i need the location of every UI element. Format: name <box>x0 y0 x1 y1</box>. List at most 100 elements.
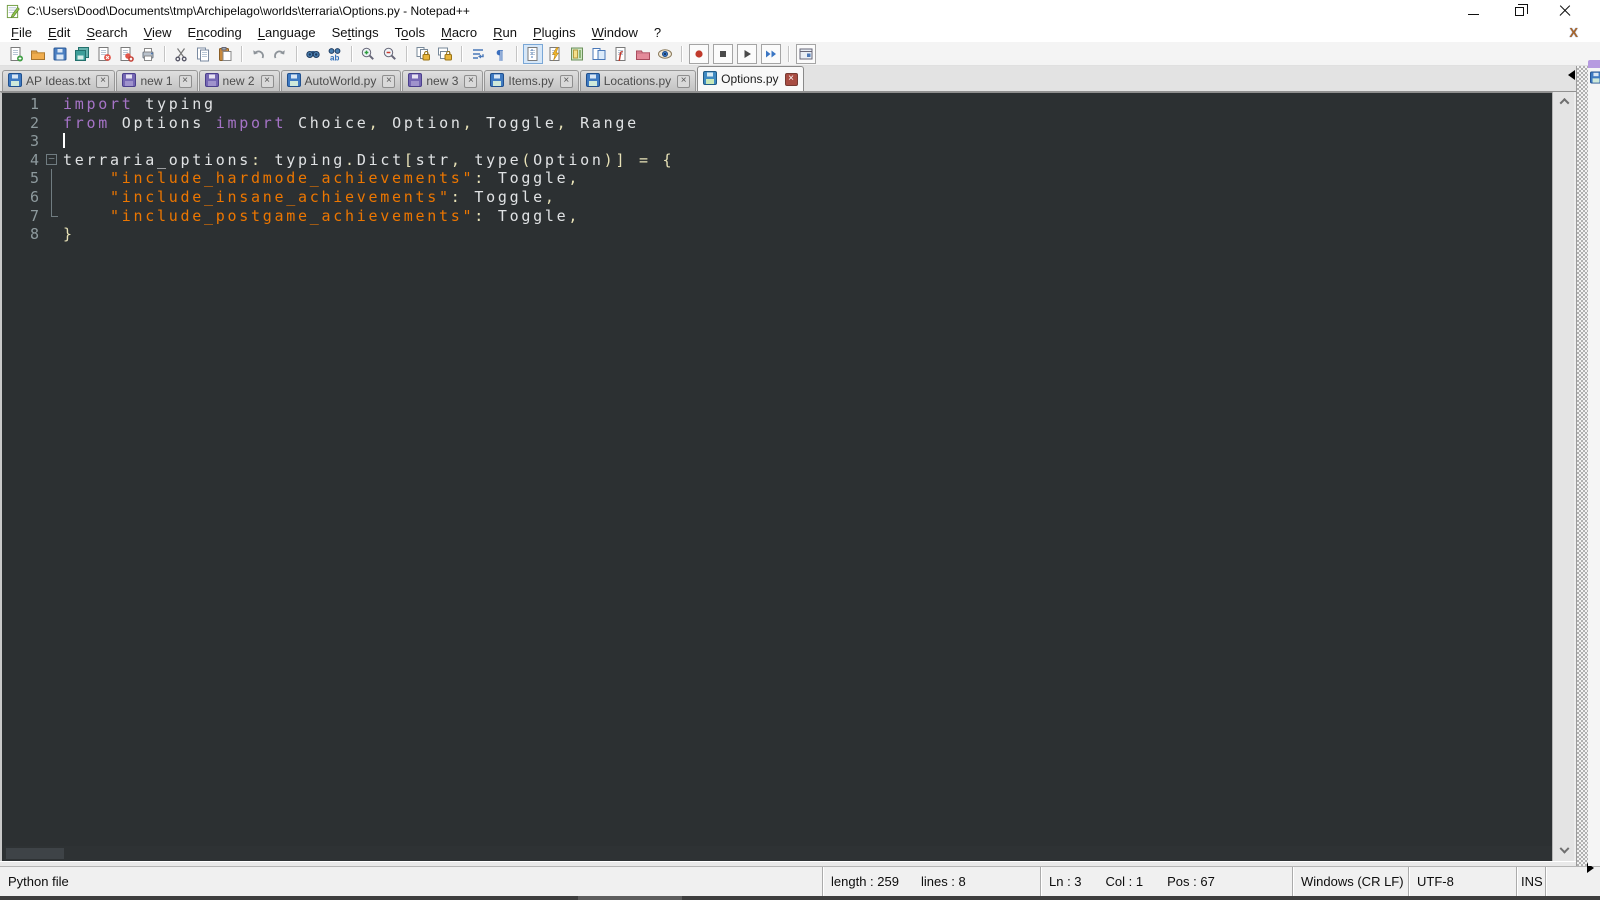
horizontal-scrollbar-thumb[interactable] <box>6 848 64 859</box>
code-token: "include_insane_achievements" <box>110 187 451 206</box>
tab-close-icon[interactable]: × <box>559 74 573 88</box>
menu-item-language[interactable]: Language <box>250 24 324 41</box>
tab-close-icon[interactable]: × <box>382 74 396 88</box>
run-lightning-icon[interactable] <box>546 45 564 63</box>
cut-icon[interactable] <box>172 45 190 63</box>
status-length: length : 259 <box>831 874 899 889</box>
menu-item-search[interactable]: Search <box>78 24 135 41</box>
replace-icon[interactable]: ab <box>326 45 344 63</box>
code-token: Range <box>568 113 639 132</box>
tab-label: new 2 <box>222 74 255 88</box>
function-list-icon[interactable]: f <box>612 45 630 63</box>
redo-icon[interactable] <box>271 45 289 63</box>
copy-icon[interactable] <box>194 45 212 63</box>
macro-multi-icon[interactable] <box>761 43 781 64</box>
text-caret <box>63 133 65 149</box>
tab-close-icon[interactable]: × <box>677 74 691 88</box>
code-line: "include_insane_achievements": Toggle, <box>63 188 1552 207</box>
close-icon[interactable] <box>95 45 113 63</box>
code-token: ( <box>521 150 534 169</box>
tab-new-3[interactable]: new 3 × <box>402 70 484 91</box>
fold-collapse-icon[interactable]: − <box>46 153 57 166</box>
tab-close-icon[interactable]: × <box>178 74 192 88</box>
fold-guide-end <box>51 206 58 217</box>
code-content[interactable]: import typing from Options import Choice,… <box>61 93 1552 861</box>
undo-icon[interactable] <box>249 45 267 63</box>
tab-close-icon[interactable]: × <box>464 74 478 88</box>
macro-record-icon[interactable] <box>689 43 709 64</box>
tab-close-icon[interactable]: × <box>96 74 110 88</box>
menu-item-help[interactable]: ? <box>646 24 669 41</box>
macro-stop-icon[interactable] <box>713 43 733 64</box>
menu-item-run[interactable]: Run <box>485 24 525 41</box>
scroll-down-button[interactable] <box>1553 842 1575 861</box>
tab-new-2[interactable]: new 2 × <box>198 70 280 91</box>
menu-item-tools[interactable]: Tools <box>387 24 433 41</box>
save-icon[interactable] <box>51 45 69 63</box>
sync-v-icon[interactable] <box>414 45 432 63</box>
tab-ap-ideas-txt[interactable]: AP Ideas.txt × <box>2 70 116 91</box>
document-close-x-icon[interactable]: X <box>1569 25 1578 40</box>
floppy-icon <box>8 72 22 90</box>
macro-play-icon[interactable] <box>737 43 757 64</box>
print-icon[interactable] <box>139 45 157 63</box>
save-all-icon[interactable] <box>73 45 91 63</box>
code-line: from Options import Choice, Option, Togg… <box>63 114 1552 133</box>
restore-icon <box>1514 3 1528 16</box>
minimize-button[interactable] <box>1450 1 1496 21</box>
doc-list-icon[interactable] <box>590 45 608 63</box>
sync-h-icon[interactable] <box>436 45 454 63</box>
toolbar: ab ¶ f <box>0 42 1600 66</box>
restore-button[interactable] <box>1496 1 1542 21</box>
fold-cell[interactable]: − <box>44 151 61 170</box>
tab-close-icon[interactable]: × <box>784 72 798 86</box>
folder-workspace-icon[interactable] <box>634 45 652 63</box>
status-col: Col : 1 <box>1105 874 1144 889</box>
tab-new-1[interactable]: new 1 × <box>116 70 198 91</box>
menu-item-window[interactable]: Window <box>584 24 646 41</box>
minimize-icon <box>1467 13 1479 15</box>
menu-item-file[interactable]: File <box>3 24 40 41</box>
close-button[interactable] <box>1542 1 1588 21</box>
wrap-icon[interactable] <box>469 45 487 63</box>
macro-panel-icon[interactable] <box>796 43 816 64</box>
indent-guide-icon[interactable] <box>523 43 543 64</box>
code-token: Choice <box>286 113 369 132</box>
doc-map-icon[interactable] <box>568 45 586 63</box>
zoom-out-icon[interactable] <box>381 45 399 63</box>
paste-icon[interactable] <box>216 45 234 63</box>
open-icon[interactable] <box>29 45 47 63</box>
fold-cell <box>44 225 61 244</box>
zoom-in-icon[interactable] <box>359 45 377 63</box>
find-icon[interactable] <box>304 45 322 63</box>
fold-margin[interactable]: − <box>44 93 61 861</box>
tab-scroll-left-icon[interactable] <box>1568 70 1575 80</box>
new-file-icon[interactable] <box>7 45 25 63</box>
floppy-icon <box>122 72 137 90</box>
menu-item-macro[interactable]: Macro <box>433 24 485 41</box>
line-number: 5 <box>29 169 39 188</box>
monitor-eye-icon[interactable] <box>656 45 674 63</box>
menu-item-edit[interactable]: Edit <box>40 24 78 41</box>
tab-options-py[interactable]: Options.py × <box>697 66 804 91</box>
tab-items-py[interactable]: Items.py × <box>484 70 579 91</box>
editor-area[interactable]: 12345678 − import typing from Options imp… <box>0 92 1552 861</box>
close-icon <box>1559 5 1571 17</box>
title-bar: C:\Users\Dood\Documents\tmp\Archipelago\… <box>0 0 1600 22</box>
horizontal-scrollbar[interactable] <box>4 846 1552 861</box>
code-token: Toggle <box>486 206 569 225</box>
menu-item-view[interactable]: View <box>136 24 180 41</box>
menu-item-encoding[interactable]: Encoding <box>180 24 250 41</box>
menu-item-plugins[interactable]: Plugins <box>525 24 584 41</box>
line-number: 7 <box>29 206 39 225</box>
scroll-up-button[interactable] <box>1553 92 1575 111</box>
tab-label: AP Ideas.txt <box>26 74 91 88</box>
menu-item-settings[interactable]: Settings <box>324 24 387 41</box>
tab-close-icon[interactable]: × <box>260 74 274 88</box>
close-all-icon[interactable] <box>117 45 135 63</box>
code-token: ) <box>603 150 616 169</box>
show-symbols-icon[interactable]: ¶ <box>491 45 509 63</box>
tab-autoworld-py[interactable]: AutoWorld.py × <box>280 70 402 91</box>
tab-locations-py[interactable]: Locations.py × <box>579 70 697 91</box>
vertical-scrollbar[interactable] <box>1552 92 1574 861</box>
